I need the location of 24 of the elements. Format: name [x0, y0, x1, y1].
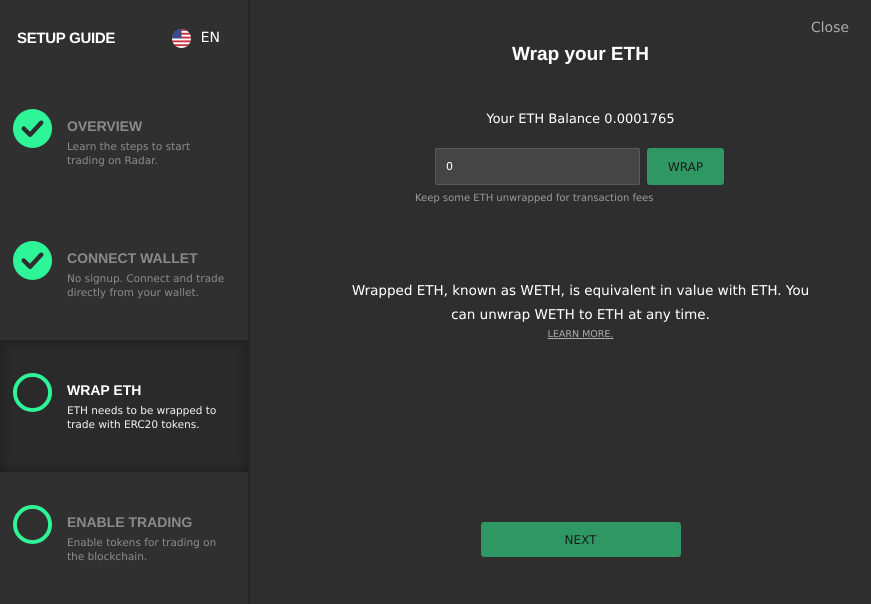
step-title: ENABLE TRADING [67, 514, 194, 530]
step-description: Enable tokens for trading on the blockchain. [67, 536, 218, 564]
next-button[interactable]: NEXT [480, 522, 680, 557]
flag-icon [172, 28, 191, 48]
wrap-button[interactable]: WRAP [647, 148, 724, 185]
close-button[interactable]: Close [810, 20, 849, 36]
step-item[interactable]: WRAP ETH ETH needs to be wrapped to trade with ERC20 tokens. [0, 340, 248, 472]
step-description: Learn the steps to start trading on Radar. [67, 140, 192, 168]
step-item[interactable]: ENABLE TRADING Enable tokens for trading on the blockchain. [0, 472, 248, 604]
step-item[interactable]: OVERVIEW Learn the steps to start trading on Radar. [0, 76, 248, 208]
balance-text: Your ETH Balance 0.0001765 [486, 112, 675, 127]
amount-field[interactable]: 0 [435, 148, 640, 185]
step-title: WRAP ETH [67, 382, 142, 398]
learn-more-link[interactable]: LEARN MORE. [548, 329, 614, 340]
step-description: No signup. Connect and trade directly from your wallet. [67, 272, 226, 300]
info-text: Wrapped ETH, known as WETH, is equivalent in value with ETH. You can unwrap WETH to ETH at any time. [350, 282, 810, 325]
language-selector[interactable]: EN [172, 28, 220, 48]
dialog-title: Wrap your ETH [512, 44, 649, 66]
step-description: ETH needs to be wrapped to trade with ERC20 tokens. [67, 404, 218, 432]
step-title: OVERVIEW [67, 118, 144, 134]
sidebar-title: SETUP GUIDE [17, 30, 116, 46]
step-item[interactable]: CONNECT WALLET No signup. Connect and trade directly from your wallet. [0, 208, 248, 340]
hint-text: Keep some ETH unwrapped for transaction fees [415, 193, 655, 204]
step-title: CONNECT WALLET [67, 250, 199, 266]
